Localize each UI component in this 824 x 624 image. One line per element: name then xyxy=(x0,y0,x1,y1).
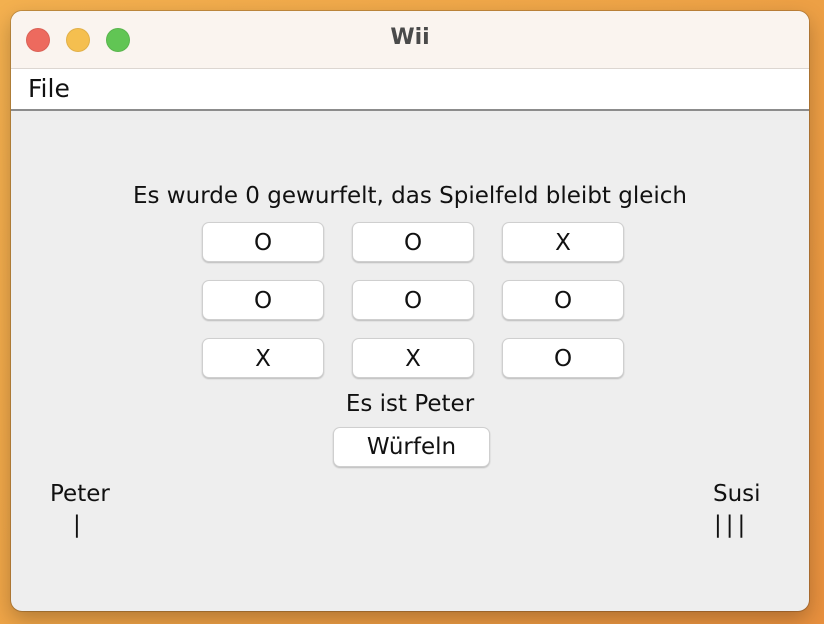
status-message: Es wurde 0 gewurfelt, das Spielfeld blei… xyxy=(132,183,688,209)
turn-indicator: Es ist Peter xyxy=(345,391,475,417)
board-cell-2-0[interactable]: X xyxy=(202,338,324,378)
window-title: Wii xyxy=(390,25,430,50)
menu-file[interactable]: File xyxy=(28,74,70,103)
player-2-score: ||| xyxy=(714,512,750,538)
board-cell-2-2[interactable]: O xyxy=(502,338,624,378)
board-cell-1-1[interactable]: O xyxy=(352,280,474,320)
player-2-name: Susi xyxy=(713,481,761,507)
player-1-name: Peter xyxy=(50,481,110,507)
board-cell-0-1[interactable]: O xyxy=(352,222,474,262)
roll-dice-button[interactable]: Würfeln xyxy=(333,427,490,467)
board-cell-1-0[interactable]: O xyxy=(202,280,324,320)
player-1-score: | xyxy=(73,512,85,538)
title-bar: Wii xyxy=(11,11,809,69)
board-cell-0-0[interactable]: O xyxy=(202,222,324,262)
app-window: Wii File Es wurde 0 gewurfelt, das Spiel… xyxy=(11,11,809,611)
board-cell-1-2[interactable]: O xyxy=(502,280,624,320)
menu-bar: File xyxy=(11,69,809,111)
board-cell-0-2[interactable]: X xyxy=(502,222,624,262)
board-cell-2-1[interactable]: X xyxy=(352,338,474,378)
